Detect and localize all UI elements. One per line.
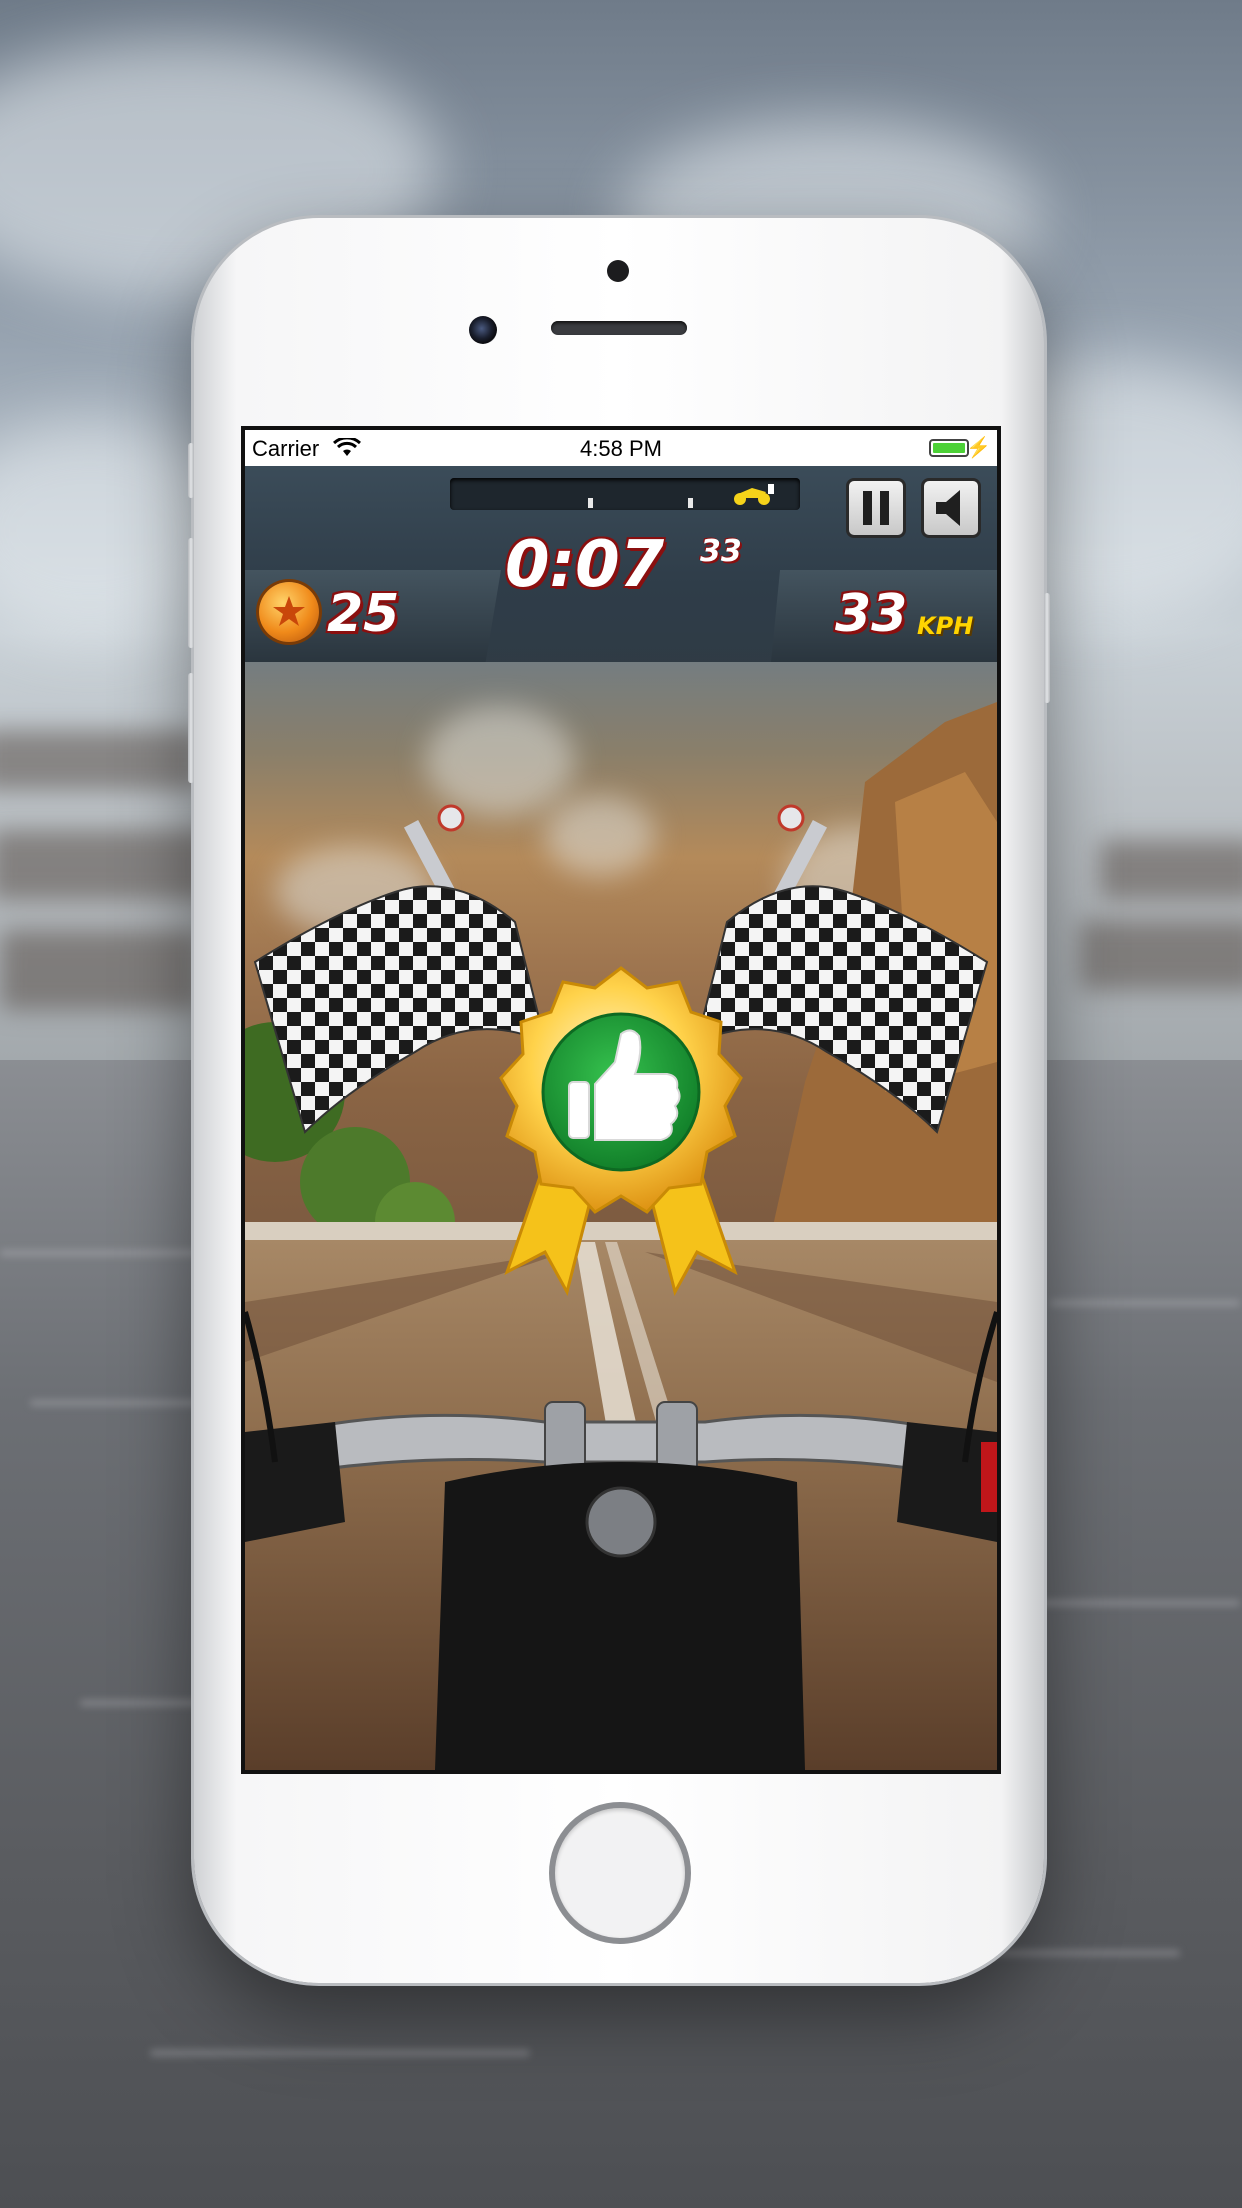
coin-count: 25 bbox=[327, 584, 400, 644]
coin-icon bbox=[259, 582, 319, 642]
earpiece-speaker bbox=[551, 321, 687, 335]
speed-unit: KPH bbox=[917, 612, 974, 640]
hud-bar: 0:07 33 25 33 KPH bbox=[245, 466, 997, 662]
pause-button[interactable] bbox=[846, 478, 906, 538]
charging-icon: ⚡ bbox=[966, 437, 991, 459]
sound-button[interactable] bbox=[921, 478, 981, 538]
race-timer: 0:07 bbox=[505, 528, 665, 602]
checkered-flag-left-icon bbox=[253, 804, 547, 1134]
thumbs-up-badge bbox=[499, 966, 743, 1214]
status-time: 4:58 PM bbox=[580, 436, 662, 461]
race-scene bbox=[245, 702, 997, 1770]
proximity-sensor bbox=[607, 260, 629, 282]
game-view[interactable]: 0:07 33 25 33 KPH bbox=[245, 466, 997, 1770]
race-progress-bar bbox=[450, 478, 800, 510]
speed-value: 33 bbox=[835, 584, 908, 644]
phone-screen: Carrier 4:58 PM ⚡ 0:07 33 25 33 KPH bbox=[241, 426, 1001, 1774]
battery-icon bbox=[929, 439, 969, 457]
status-bar: Carrier 4:58 PM ⚡ bbox=[245, 430, 997, 466]
front-camera-icon bbox=[469, 316, 497, 344]
bike-progress-marker-icon bbox=[734, 484, 774, 505]
race-timer-fraction: 33 bbox=[700, 534, 742, 569]
speaker-icon bbox=[936, 490, 960, 526]
home-button[interactable] bbox=[549, 1802, 691, 1944]
pause-icon bbox=[863, 491, 889, 525]
